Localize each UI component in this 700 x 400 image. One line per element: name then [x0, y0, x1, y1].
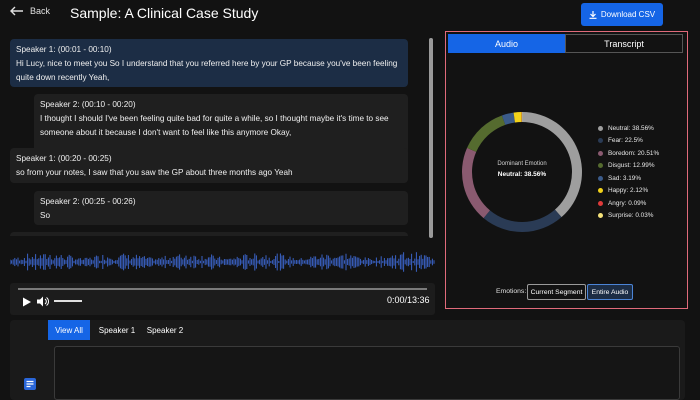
- legend-item-sad: Sad: 3.19%: [598, 172, 688, 185]
- donut-slice-happy[interactable]: [513, 112, 522, 123]
- speaker-timestamp: Speaker 2: (00:10 - 00:20): [40, 100, 136, 109]
- play-icon[interactable]: [22, 297, 32, 307]
- legend-label: Angry: 0.09%: [608, 199, 647, 207]
- legend-item-surprise: Surprise: 0.03%: [598, 210, 688, 223]
- speaker-timestamp: Speaker 1: (00:01 - 00:10): [16, 45, 112, 54]
- donut-slice-disgust[interactable]: [467, 115, 506, 152]
- legend-label: Fear: 22.5%: [608, 137, 643, 145]
- current-segment-button[interactable]: Current Segment: [527, 284, 586, 300]
- donut-slice-boredom[interactable]: [462, 147, 490, 219]
- legend-item-angry: Angry: 0.09%: [598, 197, 688, 210]
- notes-section: View All Speaker 1 Speaker 2: [10, 320, 685, 400]
- donut-slice-fear[interactable]: [483, 209, 562, 232]
- transcript-text: I thought I should I've been feeling qui…: [40, 114, 389, 137]
- back-button[interactable]: Back: [10, 6, 50, 16]
- legend-dot: [598, 150, 603, 156]
- transcript-text: so from your notes, I saw that you saw t…: [16, 168, 293, 177]
- transcript-text: So: [40, 211, 51, 220]
- legend-item-boredom: Boredom: 20.51%: [598, 147, 688, 160]
- emotion-panel: Audio Transcript Dominant Emotion Neutra…: [445, 31, 688, 309]
- legend-dot: [598, 175, 603, 181]
- dominant-emotion-title: Dominant Emotion: [497, 161, 547, 167]
- legend-dot: [598, 125, 603, 131]
- header-bar: Back Sample: A Clinical Case Study Downl…: [0, 0, 700, 30]
- audio-player: 0:00/13:36: [10, 283, 435, 315]
- transcript-item[interactable]: [10, 232, 408, 236]
- transcript-item[interactable]: Speaker 1: (00:01 - 00:10) Hi Lucy, nice…: [10, 39, 408, 87]
- legend-label: Neutral: 38.56%: [608, 124, 654, 132]
- arrow-left-icon: [10, 6, 23, 16]
- legend-dot: [598, 188, 603, 194]
- legend-dot: [598, 213, 603, 219]
- download-csv-button[interactable]: Download CSV: [581, 3, 663, 26]
- transcript-text: Hi Lucy, nice to meet you So I understan…: [16, 59, 398, 82]
- legend-dot: [598, 138, 603, 144]
- back-label: Back: [30, 6, 51, 16]
- legend-label: Happy: 2.12%: [608, 187, 649, 195]
- notes-icon[interactable]: [23, 377, 37, 391]
- legend-label: Boredom: 20.51%: [608, 149, 660, 157]
- legend-item-disgust: Disgust: 12.99%: [598, 160, 688, 173]
- tab-transcript[interactable]: Transcript: [565, 34, 683, 53]
- volume-slider[interactable]: [54, 300, 82, 302]
- legend-item-fear: Fear: 22.5%: [598, 135, 688, 148]
- legend-dot: [598, 200, 603, 206]
- notes-area[interactable]: [54, 346, 680, 400]
- playback-progress-bar[interactable]: [18, 288, 427, 290]
- tab-speaker-2[interactable]: Speaker 2: [142, 320, 188, 340]
- playback-time: 0:00/13:36: [387, 295, 430, 305]
- audio-waveform[interactable]: [10, 248, 435, 276]
- tab-audio[interactable]: Audio: [448, 34, 565, 53]
- transcript-scrollbar-thumb[interactable]: [429, 38, 433, 238]
- legend-label: Surprise: 0.03%: [608, 212, 654, 220]
- legend-dot: [598, 163, 603, 169]
- chart-legend: Neutral: 38.56% Fear: 22.5% Boredom: 20.51…: [598, 122, 688, 222]
- volume-icon[interactable]: [37, 296, 49, 307]
- transcript-list: Speaker 1: (00:01 - 00:10) Hi Lucy, nice…: [10, 36, 435, 236]
- dominant-emotion-value: Neutral: 38.56%: [497, 171, 547, 178]
- tab-speaker-1[interactable]: Speaker 1: [92, 320, 142, 340]
- download-label: Download CSV: [600, 10, 656, 19]
- legend-label: Sad: 3.19%: [608, 174, 642, 182]
- emotions-label: Emotions:: [496, 288, 527, 295]
- page-title: Sample: A Clinical Case Study: [70, 5, 259, 21]
- tab-view-all[interactable]: View All: [48, 320, 90, 340]
- legend-label: Disgust: 12.99%: [608, 162, 655, 170]
- entire-audio-button[interactable]: Entire Audio: [587, 284, 633, 300]
- transcript-item[interactable]: Speaker 2: (00:25 - 00:26) So: [34, 191, 408, 225]
- speaker-timestamp: Speaker 1: (00:20 - 00:25): [16, 154, 112, 163]
- speaker-timestamp: Speaker 2: (00:25 - 00:26): [40, 197, 136, 206]
- legend-item-happy: Happy: 2.12%: [598, 185, 688, 198]
- legend-item-neutral: Neutral: 38.56%: [598, 122, 688, 135]
- transcript-item[interactable]: Speaker 1: (00:20 - 00:25) so from your …: [10, 148, 408, 183]
- download-icon: [589, 10, 597, 19]
